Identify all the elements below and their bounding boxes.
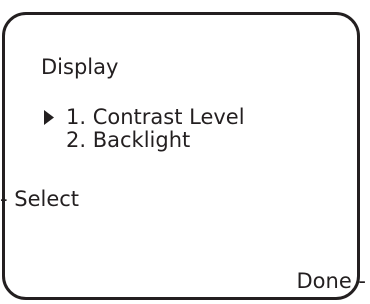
screen-title: Display — [41, 55, 119, 79]
menu-item-backlight[interactable]: 2. Backlight — [66, 127, 190, 153]
select-softkey[interactable]: - Select — [0, 186, 79, 212]
done-softkey[interactable]: Done - — [296, 268, 366, 294]
selection-cursor-icon — [44, 110, 54, 125]
phone-display-screen: Display 1. Contrast Level 2. Backlight — [2, 12, 360, 300]
